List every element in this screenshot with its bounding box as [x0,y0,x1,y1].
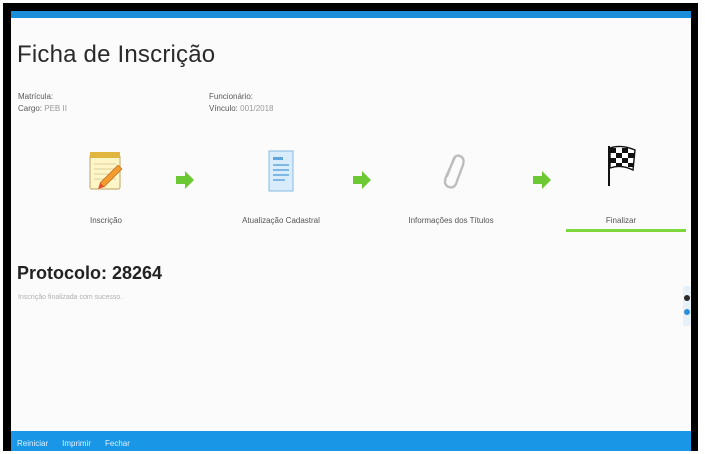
funcionario-label: Funcionário: [209,92,254,101]
arrow-right-icon [176,171,194,189]
step-informacoes-titulos[interactable]: Informações dos Títulos [376,139,526,234]
reiniciar-link[interactable]: Reiniciar [17,439,48,448]
notepad-pencil-icon [86,149,126,198]
step-atualizacao-cadastral[interactable]: Atualização Cadastral [206,139,356,234]
screenshot-frame: Ficha de Inscrição Matrícula: Cargo: PEB… [3,3,698,451]
app-window: Ficha de Inscrição Matrícula: Cargo: PEB… [11,11,691,451]
step-label: Atualização Cadastral [242,216,320,225]
document-icon [263,149,299,200]
vinculo-row: Vínculo: 001/2018 [209,103,274,115]
vinculo-value: 001/2018 [240,104,274,113]
step-label: Finalizar [605,216,637,225]
protocolo-number: 28264 [112,263,163,283]
info-left: Matrícula: Cargo: PEB II [18,91,67,115]
step-label: Informações dos Títulos [408,216,494,225]
arrow-right-icon [353,171,371,189]
step-inscricao[interactable]: Inscrição [31,139,181,234]
imprimir-link[interactable]: Imprimir [62,439,91,448]
fechar-link[interactable]: Fechar [105,439,130,448]
matricula-row: Matrícula: [18,91,67,103]
paperclip-icon [436,149,466,200]
cargo-label: Cargo: [18,104,43,113]
step-finalizar[interactable]: Finalizar [546,139,691,234]
cargo-value: PEB II [44,104,67,113]
matricula-label: Matrícula: [18,92,54,101]
protocolo-heading: Protocolo: 28264 [17,263,162,284]
vinculo-label: Vínculo: [209,104,238,113]
page-title: Ficha de Inscrição [17,41,216,68]
active-step-indicator [566,229,686,232]
footer-bar: Reiniciar Imprimir Fechar [11,431,691,451]
protocolo-label: Protocolo: [17,263,107,283]
success-message: Inscrição finalizada com sucesso. [18,294,123,301]
step-label: Inscrição [89,216,122,225]
funcionario-row: Funcionário: [209,91,274,103]
cargo-row: Cargo: PEB II [18,103,67,115]
top-bar [11,11,691,18]
wizard-steps: Inscrição Atualização Cadastral Informaç… [11,139,691,234]
info-right: Funcionário: Vínculo: 001/2018 [209,91,274,115]
side-feedback-icon[interactable] [683,286,691,326]
checkered-flag-icon [603,144,639,193]
